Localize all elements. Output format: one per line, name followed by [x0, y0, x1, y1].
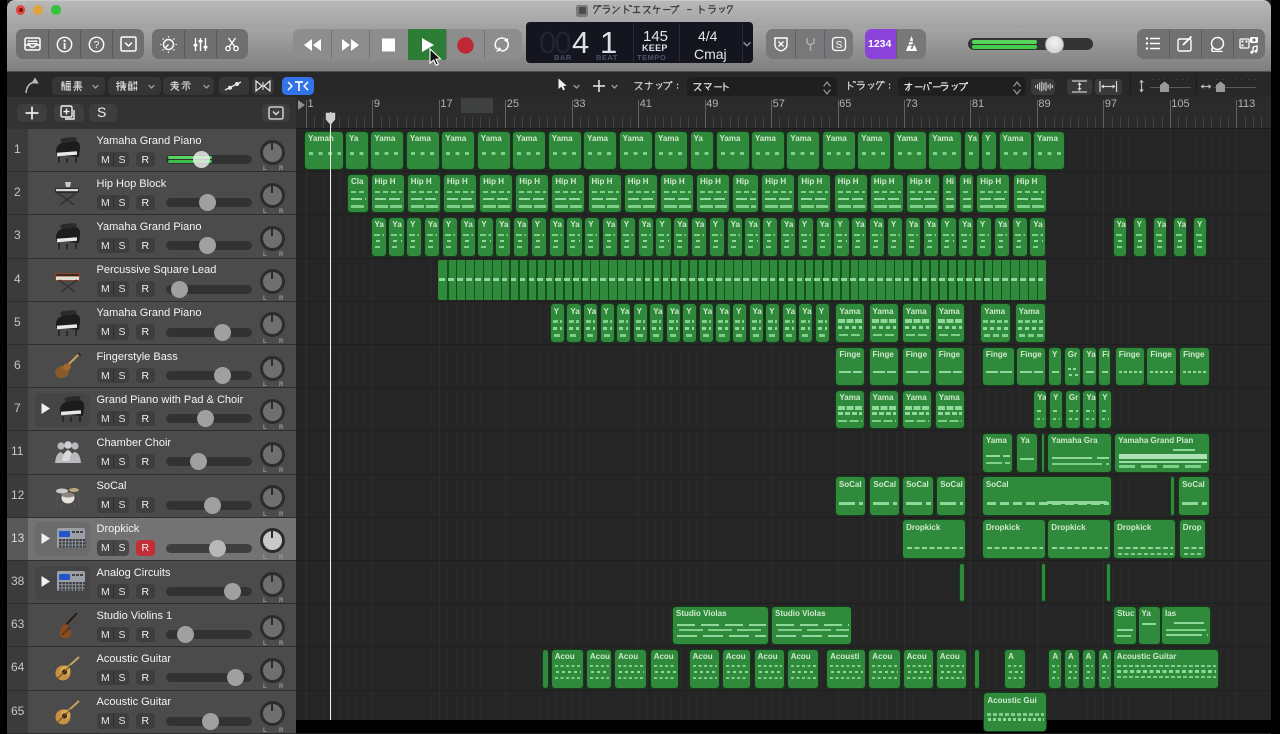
svg-text:S: S: [836, 40, 843, 51]
svg-text:?: ?: [94, 40, 100, 51]
